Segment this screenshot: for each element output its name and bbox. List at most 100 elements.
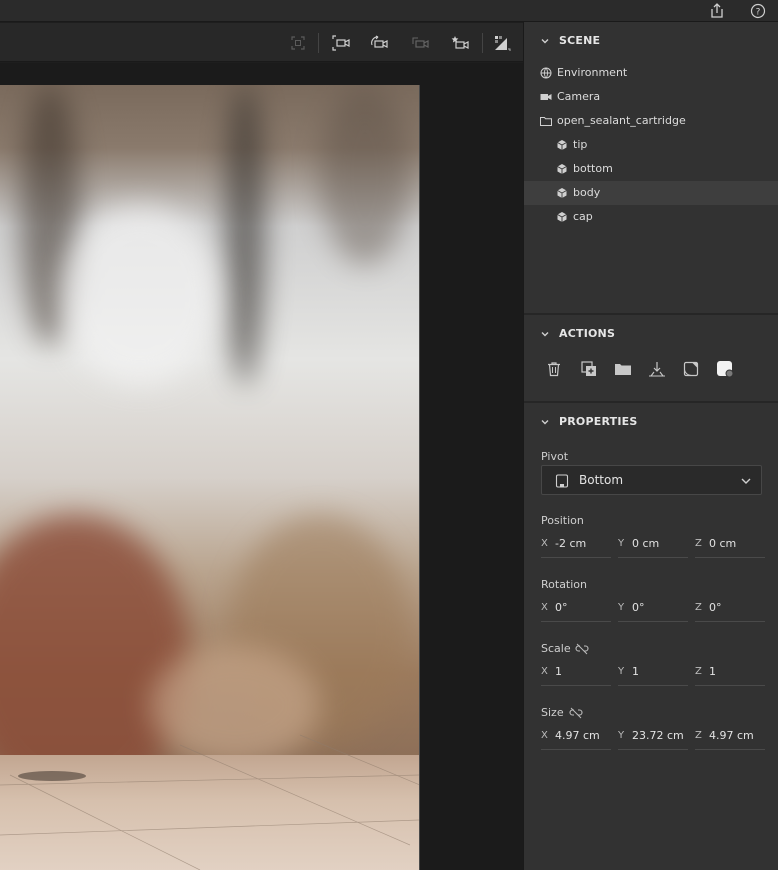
scale-y-field[interactable]: Y 1: [618, 662, 688, 686]
scene-item-camera[interactable]: Camera: [524, 85, 778, 109]
chevron-down-icon[interactable]: [539, 328, 551, 340]
scene-item-label: Camera: [557, 90, 601, 103]
scene-item-label: tip: [573, 138, 588, 151]
top-bar: ?: [0, 0, 778, 22]
scale-label: Scale: [541, 642, 571, 655]
size-z-field[interactable]: Z 4.97 cm: [695, 726, 765, 750]
scale-y-value[interactable]: 1: [632, 665, 639, 678]
scene-item-environment[interactable]: Environment: [524, 61, 778, 85]
viewport-toolbar: [0, 23, 523, 62]
3d-viewport[interactable]: [0, 63, 523, 870]
pivot-value: Bottom: [579, 473, 624, 487]
apply-material-icon[interactable]: [681, 359, 701, 379]
scene-item-tip[interactable]: tip: [524, 133, 778, 157]
rotation-y-field[interactable]: Y 0°: [618, 598, 688, 622]
axis-label: Y: [618, 538, 625, 549]
axis-label: Z: [695, 602, 702, 613]
scene-section-header[interactable]: SCENE: [524, 22, 778, 60]
globe-icon: [540, 67, 552, 79]
properties-section-header[interactable]: PROPERTIES: [524, 403, 778, 441]
camera-favorite-icon[interactable]: [449, 32, 471, 54]
camera-frame-icon[interactable]: [330, 32, 352, 54]
cube-icon: [557, 212, 567, 222]
group-folder-icon[interactable]: [613, 359, 633, 379]
axis-label: X: [541, 602, 548, 613]
scene-canvas[interactable]: [0, 85, 420, 870]
move-to-ground-icon[interactable]: [647, 359, 667, 379]
folder-icon: [540, 117, 552, 126]
unlink-icon[interactable]: [575, 643, 589, 655]
camera-icon: [540, 94, 552, 100]
axis-label: Y: [618, 730, 625, 741]
position-y-field[interactable]: Y 0 cm: [618, 534, 688, 558]
chevron-down-icon: [741, 478, 751, 484]
scene-item-label: cap: [573, 210, 593, 223]
camera-rotate-icon[interactable]: [368, 32, 390, 54]
rotation-x-value[interactable]: 0°: [555, 601, 568, 614]
pivot-bottom-icon: [555, 474, 569, 488]
cube-icon: [557, 164, 567, 174]
scale-z-value[interactable]: 1: [709, 665, 716, 678]
cube-icon: [557, 140, 567, 150]
scale-x-field[interactable]: X 1: [541, 662, 611, 686]
size-y-value[interactable]: 23.72 cm: [632, 729, 684, 742]
size-x-field[interactable]: X 4.97 cm: [541, 726, 611, 750]
scale-x-value[interactable]: 1: [555, 665, 562, 678]
size-label: Size: [541, 706, 564, 719]
size-y-field[interactable]: Y 23.72 cm: [618, 726, 688, 750]
position-x-field[interactable]: X -2 cm: [541, 534, 611, 558]
size-z-value[interactable]: 4.97 cm: [709, 729, 754, 742]
axis-label: X: [541, 730, 548, 741]
rotation-label: Rotation: [541, 578, 588, 591]
render-preview-icon[interactable]: [491, 32, 513, 54]
scene-item-label: open_sealant_cartridge: [557, 114, 686, 127]
position-y-value[interactable]: 0 cm: [632, 537, 659, 550]
actions-section-header[interactable]: ACTIONS: [524, 315, 778, 353]
scene-item-cap[interactable]: cap: [524, 205, 778, 229]
scene-item-label: Environment: [557, 66, 628, 79]
rotation-z-field[interactable]: Z 0°: [695, 598, 765, 622]
axis-label: Z: [695, 730, 702, 741]
pivot-label: Pivot: [541, 450, 569, 463]
scene-item-body[interactable]: body: [524, 181, 778, 205]
duplicate-icon[interactable]: [579, 359, 599, 379]
right-panel: SCENE Environment Camera open_sealant_ca…: [523, 22, 778, 870]
frame-select-icon[interactable]: [287, 32, 309, 54]
ground-grid: [0, 734, 419, 870]
toolbar-divider: [318, 33, 319, 53]
help-icon[interactable]: ?: [748, 1, 768, 21]
axis-label: X: [541, 666, 548, 677]
material-settings-icon[interactable]: [715, 359, 735, 379]
axis-label: Z: [695, 538, 702, 549]
size-x-value[interactable]: 4.97 cm: [555, 729, 600, 742]
scene-item-label: bottom: [573, 162, 613, 175]
scene-item-open-sealant-cartridge[interactable]: open_sealant_cartridge: [524, 109, 778, 133]
toolbar-divider: [482, 33, 483, 53]
unlink-icon[interactable]: [569, 707, 583, 719]
svg-text:?: ?: [756, 8, 761, 18]
rotation-y-value[interactable]: 0°: [632, 601, 645, 614]
axis-label: Y: [618, 602, 625, 613]
scene-item-bottom[interactable]: bottom: [524, 157, 778, 181]
actions-title: ACTIONS: [559, 327, 616, 340]
scale-z-field[interactable]: Z 1: [695, 662, 765, 686]
camera-pan-icon[interactable]: [409, 32, 431, 54]
properties-title: PROPERTIES: [559, 415, 638, 428]
scene-item-label: body: [573, 186, 601, 199]
share-icon[interactable]: [707, 1, 727, 21]
pivot-dropdown[interactable]: Bottom: [541, 465, 762, 495]
scene-title: SCENE: [559, 34, 601, 47]
position-label: Position: [541, 514, 584, 527]
chevron-down-icon[interactable]: [539, 416, 551, 428]
axis-label: Y: [618, 666, 625, 677]
chevron-down-icon[interactable]: [539, 35, 551, 47]
axis-label: Z: [695, 666, 702, 677]
cube-icon: [557, 188, 567, 198]
axis-label: X: [541, 538, 548, 549]
rotation-x-field[interactable]: X 0°: [541, 598, 611, 622]
rotation-z-value[interactable]: 0°: [709, 601, 722, 614]
delete-icon[interactable]: [544, 359, 564, 379]
position-x-value[interactable]: -2 cm: [555, 537, 586, 550]
position-z-field[interactable]: Z 0 cm: [695, 534, 765, 558]
position-z-value[interactable]: 0 cm: [709, 537, 736, 550]
